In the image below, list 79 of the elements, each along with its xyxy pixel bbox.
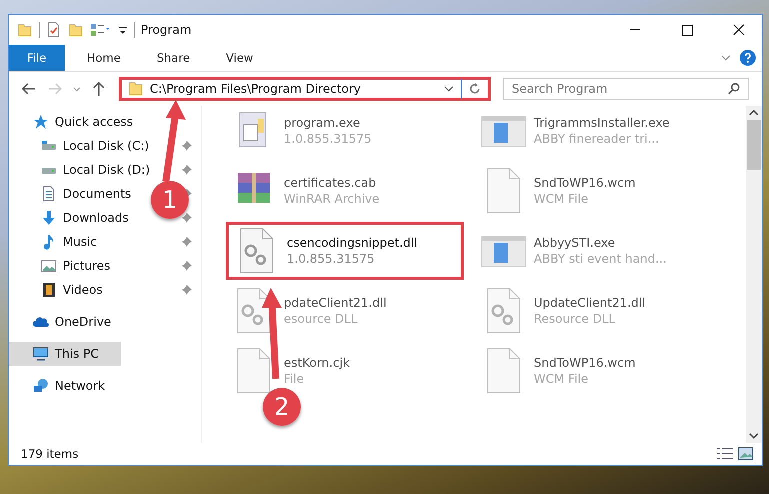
file-detail: ABBY sti event hand...: [534, 252, 667, 266]
file-item[interactable]: AbbyySTI.exe ABBY sti event hand...: [476, 226, 714, 276]
sidebar-item[interactable]: Music: [9, 230, 100, 254]
network-icon: [33, 378, 49, 394]
help-icon[interactable]: [740, 50, 756, 66]
sidebar-label: Music: [63, 235, 98, 249]
file-detail: WCM File: [534, 192, 590, 206]
search-icon: [727, 82, 741, 96]
file-item[interactable]: certificates.cab WinRAR Archive: [226, 166, 464, 216]
picture-icon: [41, 258, 57, 274]
address-bar[interactable]: C:\Program Files\Program Directory: [119, 77, 491, 101]
refresh-icon[interactable]: [468, 82, 482, 96]
file-name: estKorn.cjk: [284, 356, 350, 370]
sidebar-label: This PC: [55, 347, 99, 361]
file-item[interactable]: TrigrammsInstaller.exe ABBY finereader tri...: [476, 106, 714, 156]
sidebar-item[interactable]: Pictures: [9, 254, 113, 278]
file-item[interactable]: program.exe 1.0.855.31575: [226, 106, 464, 156]
folder-icon: [128, 81, 144, 97]
sidebar-label: Quick access: [55, 115, 134, 129]
sidebar-label: Local Disk (D:): [63, 163, 150, 177]
file-name: pdateClient21.dll: [284, 296, 387, 310]
scrollbar-thumb[interactable]: [747, 120, 761, 170]
file-detail: WinRAR Archive: [284, 192, 380, 206]
address-path: C:\Program Files\Program Directory: [150, 82, 362, 96]
file-detail: Resource DLL: [534, 312, 616, 326]
drive-icon: [41, 165, 57, 175]
view-list-icon[interactable]: [90, 22, 112, 38]
file-name: TrigrammsInstaller.exe: [534, 116, 670, 130]
sidebar-item[interactable]: Local Disk (C:): [9, 134, 152, 158]
sidebar-label: Videos: [63, 283, 103, 297]
sidebar-label: Documents: [63, 187, 132, 201]
monitor-icon: [33, 346, 49, 362]
file-item[interactable]: pdateClient21.dll esource DLL: [226, 286, 464, 336]
window-title: Program: [141, 23, 192, 37]
details-view-icon[interactable]: [716, 447, 734, 461]
file-name: UpdateClient21.dll: [534, 296, 646, 310]
file-detail: 1.0.855.31575: [284, 132, 372, 146]
sidebar-item[interactable]: Local Disk (D:): [9, 158, 152, 182]
file-detail: 1.0.855.31575: [287, 252, 376, 266]
sidebar-item[interactable]: Documents: [9, 182, 134, 206]
file-name: certificates.cab: [284, 176, 378, 190]
sidebar-label: Network: [55, 379, 106, 393]
file-item[interactable]: SndToWP16.wcm WCM File: [476, 166, 714, 216]
file-item[interactable]: UpdateClient21.dll Resource DLL: [476, 286, 714, 336]
file-item[interactable]: SndToWP16.wcm WCM File: [476, 346, 714, 396]
sidebar-item[interactable]: Videos: [9, 278, 105, 302]
ribbon-tab[interactable]: View: [212, 45, 268, 71]
file-detail: ABBY finereader tri...: [534, 132, 660, 146]
sidebar-item[interactable]: This PC: [9, 342, 121, 366]
checkmark-document-icon[interactable]: [46, 22, 62, 38]
star-icon: [33, 114, 49, 130]
sidebar-item[interactable]: Quick access: [9, 110, 142, 134]
file-name: csencodingsnippet.dll: [287, 236, 418, 250]
film-icon: [41, 282, 57, 298]
sidebar-label: Downloads: [63, 211, 129, 225]
ribbon-tab[interactable]: File: [9, 45, 65, 71]
sidebar-item[interactable]: OneDrive: [9, 310, 121, 334]
ribbon-tab[interactable]: Share: [142, 45, 204, 71]
ribbon-tab[interactable]: Home: [73, 45, 135, 71]
file-name: program.exe: [284, 116, 362, 130]
file-detail: File: [284, 372, 306, 386]
down-arrow-icon: [41, 210, 57, 226]
large-icons-view-icon[interactable]: [738, 447, 754, 461]
drive-icon: [41, 141, 57, 151]
sidebar-item[interactable]: Network: [9, 374, 121, 398]
sidebar-item[interactable]: Downloads: [9, 206, 131, 230]
sidebar-label: Pictures: [63, 259, 111, 273]
file-name: SndToWP16.wcm: [534, 176, 636, 190]
item-count: 179 items: [21, 447, 79, 461]
file-name: AbbyySTI.exe: [534, 236, 616, 250]
file-item[interactable]: csencodingsnippet.dll 1.0.855.31575: [226, 222, 464, 280]
sidebar-label: Local Disk (C:): [63, 139, 150, 153]
scrollbar[interactable]: [746, 106, 762, 443]
document-icon: [41, 186, 57, 202]
file-detail: WCM File: [534, 372, 590, 386]
sidebar-label: OneDrive: [55, 315, 112, 329]
file-name: SndToWP16.wcm: [534, 356, 636, 370]
file-detail: esource DLL: [284, 312, 359, 326]
search-field[interactable]: Search Program: [503, 78, 749, 100]
